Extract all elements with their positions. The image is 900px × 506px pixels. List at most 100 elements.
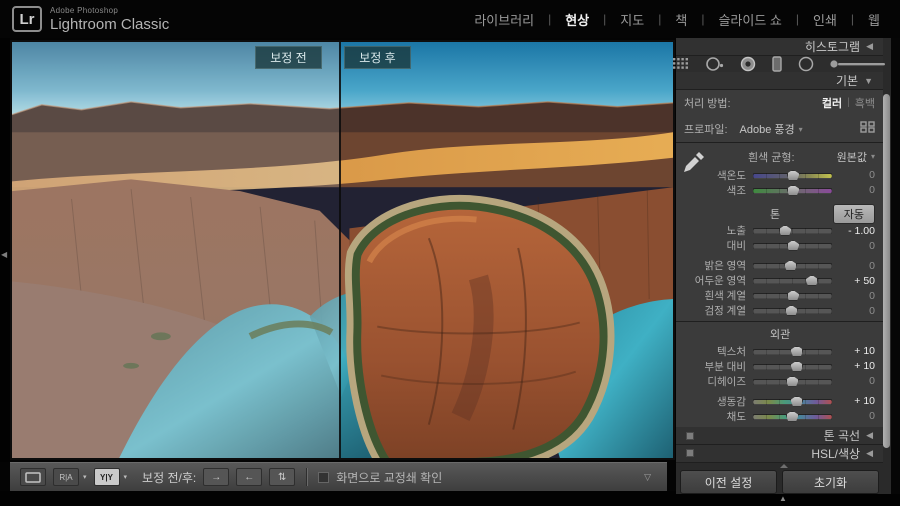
slider-track[interactable] bbox=[753, 360, 832, 373]
slider-value[interactable]: 0 bbox=[839, 240, 875, 252]
slider-thumb[interactable] bbox=[779, 225, 792, 236]
profile-dropdown-caret-icon[interactable]: ▾ bbox=[799, 125, 803, 134]
adjustment-brush-icon[interactable] bbox=[829, 58, 887, 70]
slider-thumb[interactable] bbox=[784, 260, 797, 271]
slider-track[interactable] bbox=[753, 239, 832, 252]
slider-track[interactable] bbox=[753, 304, 832, 317]
treatment-bw-option[interactable]: 흑백 bbox=[855, 95, 875, 111]
tone-group-label: 톤 bbox=[770, 206, 780, 222]
graduated-filter-icon[interactable] bbox=[771, 56, 783, 72]
slider-value[interactable]: 0 bbox=[839, 410, 875, 422]
previous-settings-button[interactable]: 이전 설정 bbox=[680, 470, 777, 494]
slider-thumb[interactable] bbox=[787, 185, 800, 196]
panel-end-caret-icon[interactable] bbox=[676, 462, 883, 470]
slider-label: 검정 계열 bbox=[684, 303, 746, 318]
slider-track[interactable] bbox=[753, 289, 832, 302]
slider-value[interactable]: 0 bbox=[839, 260, 875, 272]
basic-panel-header[interactable]: 기본 ▼ bbox=[676, 72, 883, 89]
nav-separator: | bbox=[658, 12, 661, 26]
slider-value[interactable]: 0 bbox=[839, 184, 875, 196]
filmstrip-reveal-arrow-icon[interactable]: ▲ bbox=[779, 494, 787, 503]
slider-value[interactable]: + 10 bbox=[839, 360, 875, 372]
toolbar-options-caret-icon[interactable]: ▽ bbox=[644, 472, 657, 483]
histogram-panel-header[interactable]: 히스토그램 ◀ bbox=[676, 38, 883, 55]
reference-view-caret-icon[interactable]: ▾ bbox=[83, 473, 87, 481]
auto-tone-button[interactable]: 자동 bbox=[833, 204, 875, 224]
slider-value[interactable]: 0 bbox=[839, 375, 875, 387]
nav-separator: | bbox=[701, 12, 704, 26]
left-panel-collapse-strip[interactable]: ◀ bbox=[0, 38, 10, 462]
module-tab-5[interactable]: 인쇄 bbox=[813, 10, 837, 29]
slider-track[interactable] bbox=[753, 224, 832, 237]
module-tab-2[interactable]: 지도 bbox=[620, 10, 644, 29]
slider-thumb[interactable] bbox=[786, 376, 799, 387]
slider-value[interactable]: + 50 bbox=[839, 275, 875, 287]
right-panel-scrollbar[interactable] bbox=[883, 94, 890, 448]
slider-track[interactable] bbox=[753, 345, 832, 358]
basic-expand-icon[interactable]: ▼ bbox=[864, 76, 873, 86]
slider-track[interactable] bbox=[753, 169, 832, 182]
hsl-toggle[interactable] bbox=[686, 449, 694, 457]
slider-value[interactable]: 0 bbox=[839, 290, 875, 302]
module-tab-1[interactable]: 현상 bbox=[565, 10, 589, 29]
slider-thumb[interactable] bbox=[790, 346, 803, 357]
slider-thumb[interactable] bbox=[785, 305, 798, 316]
before-after-viewer[interactable]: 보정 전 보정 후 bbox=[12, 42, 673, 458]
slider-thumb[interactable] bbox=[787, 170, 800, 181]
white-balance-dropdown-caret-icon[interactable]: ▾ bbox=[871, 152, 875, 161]
slider-thumb[interactable] bbox=[787, 240, 800, 251]
copy-after-to-before-button[interactable]: ← bbox=[236, 468, 262, 486]
hsl-panel-header[interactable]: HSL/색상 ◀ bbox=[676, 445, 883, 462]
tone-curve-panel-header[interactable]: 톤 곡선 ◀ bbox=[676, 427, 883, 444]
before-after-split-divider[interactable] bbox=[339, 42, 341, 458]
before-after-view-caret-icon[interactable]: ▾ bbox=[124, 473, 128, 481]
module-tab-3[interactable]: 책 bbox=[675, 10, 687, 29]
swap-before-after-button[interactable]: ⇅ bbox=[269, 468, 295, 486]
left-panel-arrow-icon[interactable]: ◀ bbox=[1, 250, 7, 259]
slider-value[interactable]: - 1.00 bbox=[839, 225, 875, 237]
slider-track[interactable] bbox=[753, 395, 832, 408]
slider-value[interactable]: + 10 bbox=[839, 395, 875, 407]
reset-button[interactable]: 초기화 bbox=[782, 470, 879, 494]
slider-track[interactable] bbox=[753, 410, 832, 423]
slider-value[interactable]: 0 bbox=[839, 305, 875, 317]
slider-thumb[interactable] bbox=[787, 290, 800, 301]
toolbar-divider bbox=[306, 468, 307, 486]
soft-proof-checkbox[interactable] bbox=[318, 472, 329, 483]
nav-separator: | bbox=[603, 12, 606, 26]
crop-overlay-grid-icon[interactable] bbox=[672, 57, 690, 70]
before-after-view-icon[interactable]: Y|Y bbox=[94, 468, 120, 486]
profile-value[interactable]: Adobe 풍경 bbox=[740, 121, 795, 137]
module-tab-6[interactable]: 웹 bbox=[868, 10, 880, 29]
slider-label: 색조 bbox=[684, 183, 746, 198]
module-tab-0[interactable]: 라이브러리 bbox=[474, 10, 534, 29]
red-eye-icon[interactable] bbox=[740, 56, 756, 72]
slider-track[interactable] bbox=[753, 375, 832, 388]
slider-thumb[interactable] bbox=[786, 411, 799, 422]
slider-label: 밝은 영역 bbox=[684, 258, 746, 273]
loupe-view-icon[interactable] bbox=[20, 468, 46, 486]
before-after-label: 보정 전/후: bbox=[142, 469, 196, 486]
reference-view-icon[interactable]: R|A bbox=[53, 468, 79, 486]
white-balance-eyedropper-icon[interactable] bbox=[680, 149, 706, 175]
treatment-color-option[interactable]: 컬러 bbox=[822, 95, 842, 111]
profile-browser-icon[interactable] bbox=[860, 120, 875, 138]
radial-filter-icon[interactable] bbox=[798, 56, 814, 72]
slider-track[interactable] bbox=[753, 259, 832, 272]
slider-value[interactable]: + 10 bbox=[839, 345, 875, 357]
slider-thumb[interactable] bbox=[805, 275, 818, 286]
copy-before-to-after-button[interactable]: → bbox=[203, 468, 229, 486]
slider-thumb[interactable] bbox=[790, 396, 803, 407]
white-balance-value[interactable]: 원본값 bbox=[837, 149, 867, 165]
hsl-collapse-icon[interactable]: ◀ bbox=[866, 448, 873, 459]
slider-track[interactable] bbox=[753, 184, 832, 197]
histogram-collapse-icon[interactable]: ◀ bbox=[866, 41, 873, 52]
slider-thumb[interactable] bbox=[790, 361, 803, 372]
tone-curve-toggle[interactable] bbox=[686, 432, 694, 440]
slider-track[interactable] bbox=[753, 274, 832, 287]
slider-row: 텍스처+ 10 bbox=[684, 344, 875, 359]
spot-removal-icon[interactable] bbox=[705, 56, 725, 72]
tone-curve-collapse-icon[interactable]: ◀ bbox=[866, 430, 873, 441]
module-tab-4[interactable]: 슬라이드 쇼 bbox=[718, 10, 781, 29]
slider-value[interactable]: 0 bbox=[839, 169, 875, 181]
